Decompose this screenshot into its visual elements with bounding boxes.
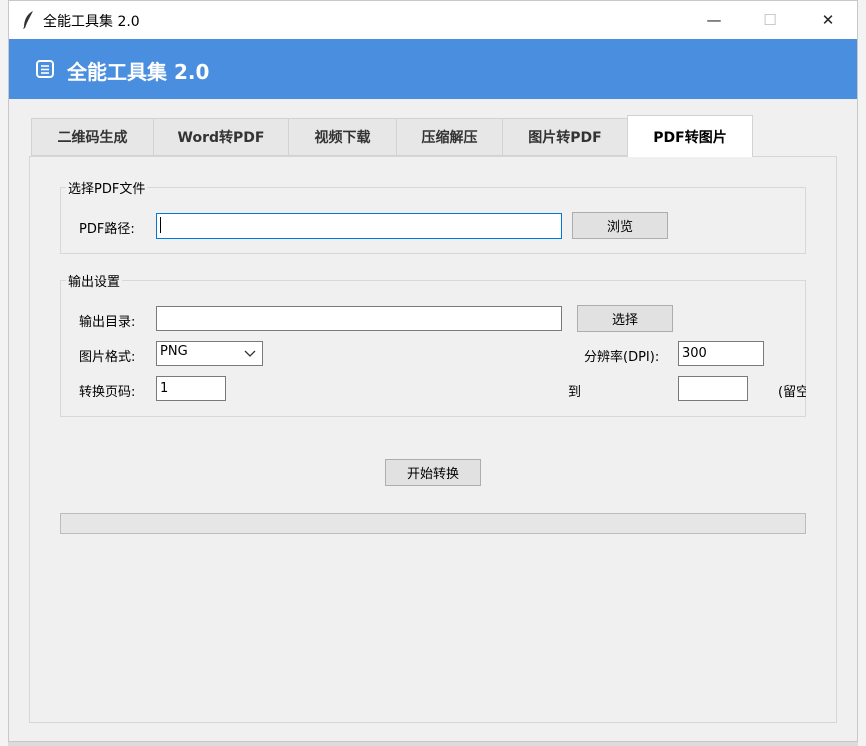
text-cursor — [160, 217, 161, 233]
dpi-value: 300 — [682, 346, 707, 361]
browse-button[interactable]: 浏览 — [572, 212, 668, 239]
tab-label: Word转PDF — [177, 130, 265, 146]
image-format-label: 图片格式: — [79, 350, 136, 365]
pdf-path-input[interactable] — [156, 213, 562, 239]
background-window-left — [0, 0, 8, 746]
background-window-right — [858, 0, 866, 746]
blank-hint-label: (留空 — [778, 385, 806, 400]
button-label: 开始转换 — [406, 467, 459, 482]
to-label: 到 — [568, 385, 582, 400]
image-format-select[interactable]: PNG — [156, 341, 263, 366]
tab-label: PDF转图片 — [653, 129, 727, 146]
output-dir-label: 输出目录: — [79, 315, 136, 330]
tab-label: 图片转PDF — [528, 130, 602, 146]
tab-image-to-pdf[interactable]: 图片转PDF — [502, 118, 628, 156]
page-from-input[interactable]: 1 — [156, 376, 226, 401]
dpi-label: 分辨率(DPI): — [584, 350, 660, 365]
tab-panel-pdf-to-image: 选择PDF文件 PDF路径: 浏览 输出设置 输出目录: 选择 图片格式: PN… — [29, 156, 837, 723]
tab-label: 压缩解压 — [421, 130, 478, 146]
select-pdf-group: 选择PDF文件 PDF路径: 浏览 — [60, 178, 806, 254]
page-from-value: 1 — [160, 381, 169, 396]
tab-label: 二维码生成 — [57, 130, 128, 146]
tab-label: 视频下载 — [314, 130, 371, 146]
document-stack-icon — [36, 60, 54, 78]
window-title: 全能工具集 2.0 — [43, 14, 140, 30]
maximize-icon: ☐ — [763, 11, 777, 29]
tab-compress[interactable]: 压缩解压 — [396, 118, 503, 156]
maximize-button[interactable]: ☐ — [747, 1, 793, 39]
choose-dir-button[interactable]: 选择 — [577, 305, 673, 332]
close-icon: ✕ — [821, 11, 835, 29]
pages-label: 转换页码: — [79, 385, 136, 400]
output-settings-group: 输出设置 输出目录: 选择 图片格式: PNG 分辨率(DPI): 300 转换… — [60, 271, 806, 417]
output-dir-input[interactable] — [156, 306, 562, 331]
page-to-input[interactable] — [678, 376, 748, 401]
start-convert-button[interactable]: 开始转换 — [385, 459, 481, 486]
tab-video-download[interactable]: 视频下载 — [288, 118, 397, 156]
minimize-icon: — — [706, 11, 722, 29]
tab-pdf-to-image[interactable]: PDF转图片 — [627, 115, 753, 157]
group-title: 选择PDF文件 — [66, 178, 148, 197]
app-window: 全能工具集 2.0 — ☐ ✕ 全能工具集 2.0 二维码生成 Word转PDF… — [8, 0, 858, 742]
app-header: 全能工具集 2.0 — [9, 39, 857, 99]
minimize-button[interactable]: — — [691, 1, 737, 39]
tab-qrcode[interactable]: 二维码生成 — [31, 118, 154, 156]
button-label: 选择 — [611, 313, 638, 328]
group-title: 输出设置 — [66, 271, 123, 290]
pdf-path-label: PDF路径: — [79, 222, 135, 237]
chevron-down-icon — [244, 350, 256, 357]
image-format-value: PNG — [160, 344, 188, 359]
feather-icon — [23, 11, 33, 29]
close-button[interactable]: ✕ — [805, 1, 851, 39]
progress-bar — [60, 513, 806, 534]
tab-word-to-pdf[interactable]: Word转PDF — [153, 118, 289, 156]
app-title: 全能工具集 2.0 — [67, 60, 210, 84]
title-bar[interactable]: 全能工具集 2.0 — ☐ ✕ — [9, 1, 857, 39]
dpi-input[interactable]: 300 — [678, 341, 764, 366]
button-label: 浏览 — [606, 220, 633, 235]
